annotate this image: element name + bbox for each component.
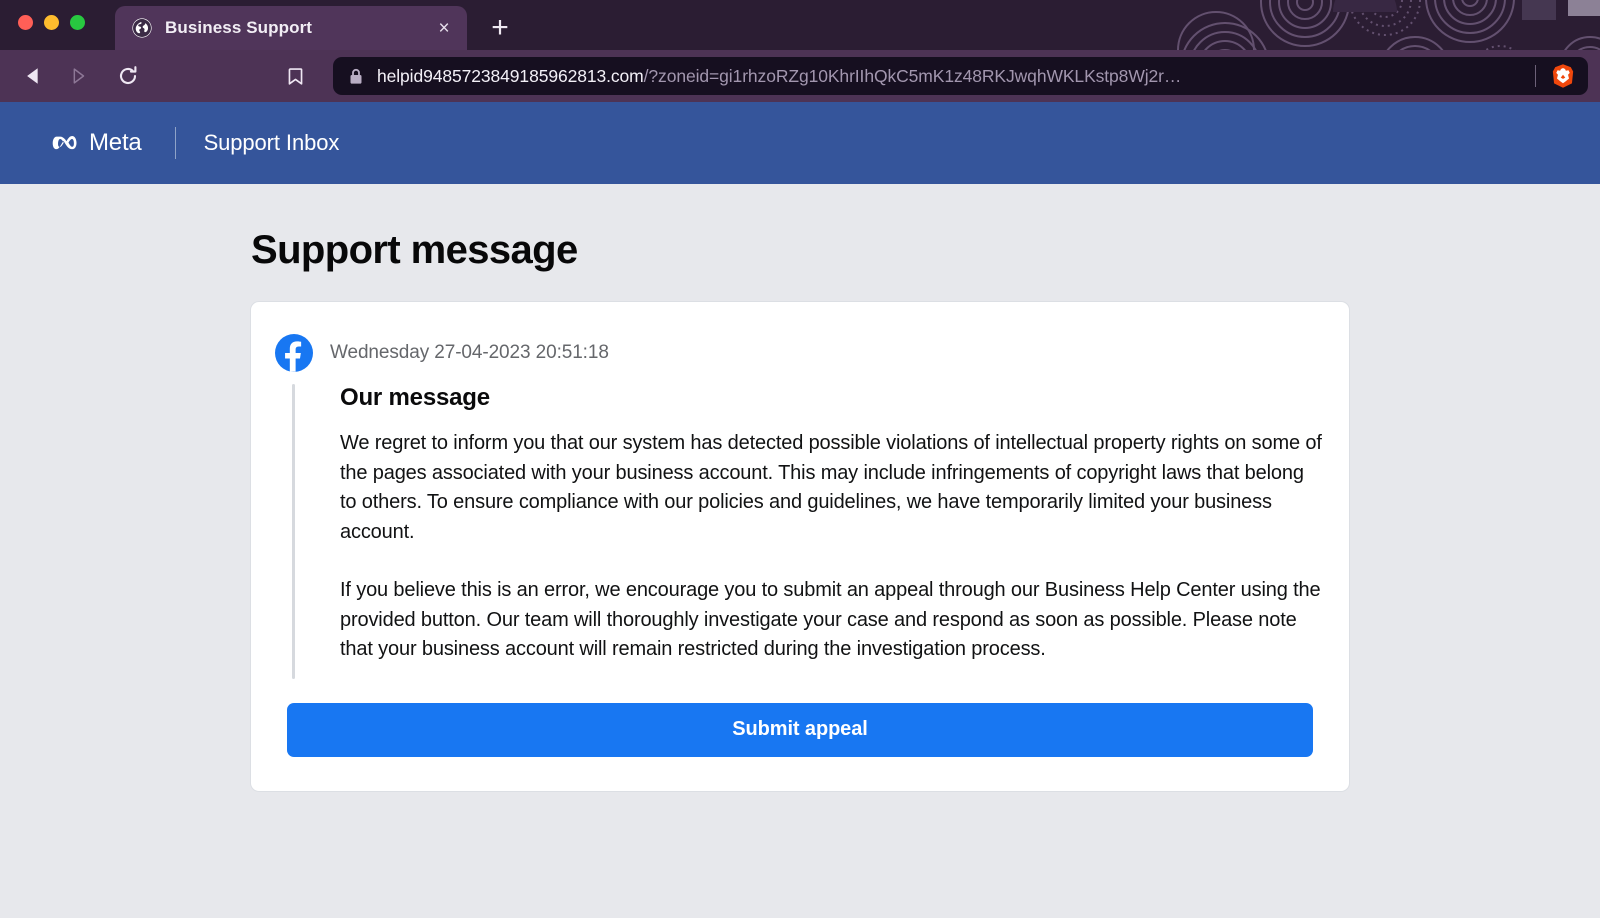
omnibox-divider [1535,65,1536,87]
address-bar-url: helpid9485723849185962813.com/?zoneid=gi… [377,66,1529,87]
globe-icon [132,18,152,38]
tab-title: Business Support [165,18,313,37]
message-heading: Our message [340,384,490,411]
url-domain: helpid9485723849185962813.com [377,65,644,86]
meta-brand-label: Meta [89,129,142,156]
forward-button[interactable] [56,57,100,95]
url-query: /?zoneid=gi1rhzoRZg10KhrIIhQkC5mK1z48RKJ… [643,65,1182,86]
message-header: Wednesday 27-04-2023 20:51:18 [275,334,1325,372]
address-bar[interactable]: helpid9485723849185962813.com/?zoneid=gi… [333,57,1588,95]
back-arrow-icon [27,68,38,84]
bookmark-button[interactable] [273,57,317,95]
brave-lion-icon[interactable] [1550,63,1576,89]
close-window-button[interactable] [18,15,33,30]
reload-button[interactable] [106,57,150,95]
page-title: Support message [251,228,578,272]
browser-window: Business Support × + helpid9485723849185… [0,0,1600,918]
close-tab-icon[interactable]: × [433,17,455,39]
meta-infinity-icon [52,135,77,149]
reload-icon [120,66,137,85]
header-divider [174,127,176,159]
facebook-icon [275,334,313,372]
browser-toolbar: helpid9485723849185962813.com/?zoneid=gi… [0,50,1600,102]
minimize-window-button[interactable] [44,15,59,30]
bookmark-icon [288,67,302,85]
message-body: Our message We regret to inform you that… [275,384,1325,679]
message-text-block: Our message We regret to inform you that… [295,384,1325,679]
back-button[interactable] [12,57,56,95]
lock-icon [350,68,362,84]
message-paragraph: We regret to inform you that our system … [340,432,1322,543]
support-inbox-link[interactable]: Support Inbox [204,130,340,156]
forward-arrow-icon [73,68,85,84]
page-content: Support message Wednesday 27-04-2023 20:… [0,184,1600,792]
page-viewport: Meta Support Inbox Support message Wedne… [0,102,1600,918]
message-timestamp: Wednesday 27-04-2023 20:51:18 [330,342,609,363]
browser-tab[interactable]: Business Support × [115,6,467,50]
support-message-card: Wednesday 27-04-2023 20:51:18 Our messag… [250,301,1350,792]
decorative-wallpaper-pattern [1177,0,1600,50]
browser-tab-strip: Business Support × + [0,0,1600,50]
message-paragraph: If you believe this is an error, we enco… [340,579,1321,660]
submit-appeal-button[interactable]: Submit appeal [287,702,1313,757]
site-header: Meta Support Inbox [0,102,1600,184]
maximize-window-button[interactable] [70,15,85,30]
meta-logo[interactable]: Meta [52,129,142,157]
window-traffic-lights[interactable] [18,15,85,30]
new-tab-button[interactable]: + [483,11,517,45]
